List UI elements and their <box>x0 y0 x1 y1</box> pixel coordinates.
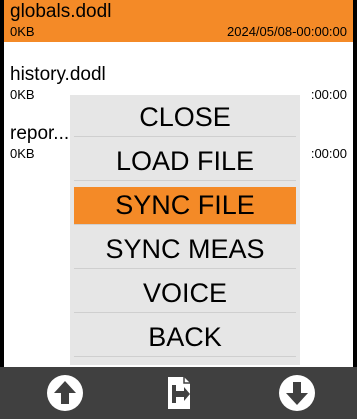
menu-item-load-file[interactable]: LOAD FILE <box>74 143 296 181</box>
file-date: :00:00 <box>310 146 347 161</box>
file-size: 0KB <box>10 24 35 39</box>
menu-item-voice[interactable]: VOICE <box>74 275 296 313</box>
file-date: 2024/05/08-00:00:00 <box>227 24 347 39</box>
file-date: :00:00 <box>310 87 347 102</box>
file-size: 0KB <box>10 87 35 102</box>
context-menu: CLOSE LOAD FILE SYNC FILE SYNC MEAS VOIC… <box>70 95 300 365</box>
arrow-up-circle-icon[interactable] <box>45 373 85 413</box>
menu-item-sync-meas[interactable]: SYNC MEAS <box>74 231 296 269</box>
menu-item-sync-file[interactable]: SYNC FILE <box>74 187 296 225</box>
menu-item-close[interactable]: CLOSE <box>74 99 296 137</box>
file-size: 0KB <box>10 146 35 161</box>
bottom-nav-bar <box>0 367 357 419</box>
file-name: history.dodl <box>10 64 106 85</box>
menu-item-back[interactable]: BACK <box>74 319 296 357</box>
file-browser-screen: globals.dodl 0KB 2024/05/08-00:00:00 his… <box>4 0 353 419</box>
file-item-globals[interactable]: globals.dodl 0KB 2024/05/08-00:00:00 <box>4 0 353 42</box>
arrow-down-circle-icon[interactable] <box>277 373 317 413</box>
file-name: globals.dodl <box>10 1 112 22</box>
file-load-icon[interactable] <box>158 373 198 413</box>
